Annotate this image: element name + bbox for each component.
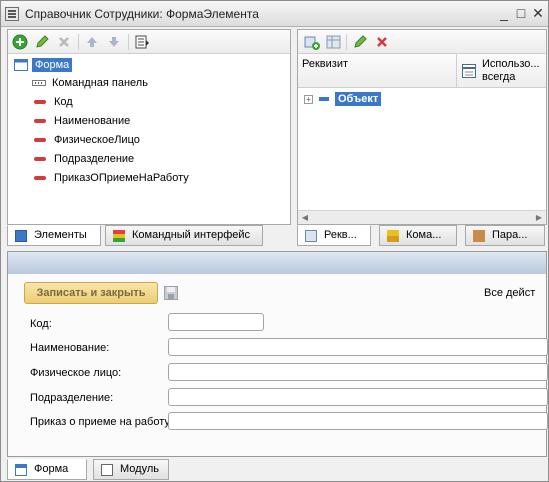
- attributes-scrollbar[interactable]: ◀ ▶: [298, 210, 546, 224]
- title-bar[interactable]: Справочник Сотрудники: ФормаЭлемента _ □…: [1, 1, 548, 27]
- attributes-pane: Реквизит Использо... всегда + Объект ◀ ▶: [297, 29, 547, 225]
- field-icon: [34, 119, 46, 124]
- tab-label: Пара...: [492, 229, 528, 241]
- tab-command-interface[interactable]: Командный интерфейс: [105, 225, 263, 246]
- tree-item-command-panel[interactable]: Командная панель: [32, 74, 148, 92]
- save-icon[interactable]: [164, 286, 178, 300]
- tab-label: Модуль: [120, 463, 159, 475]
- use-always-icon: [462, 64, 476, 78]
- attributes-tabs: Рекв... Кома... Пара...: [297, 225, 547, 247]
- tab-label: Командный интерфейс: [132, 229, 251, 241]
- field-icon: [34, 176, 46, 181]
- form-preview: Записать и закрыть Все дейст Код: Наимен…: [7, 251, 548, 457]
- attributes-tab-icon: [305, 230, 317, 242]
- form-properties-icon[interactable]: [134, 34, 150, 50]
- edit-pencil-icon[interactable]: [352, 34, 368, 50]
- tree-item-individual[interactable]: ФизическоеЛицо: [34, 131, 140, 149]
- parameters-tab-icon: [473, 230, 485, 242]
- form-editor-window: Справочник Сотрудники: ФормаЭлемента _ □…: [0, 0, 549, 482]
- individual-input[interactable]: [168, 363, 548, 381]
- module-tab-icon: [101, 464, 113, 476]
- form-window-icon: [5, 7, 19, 21]
- tab-commands[interactable]: Кома...: [379, 225, 457, 246]
- name-input[interactable]: [168, 338, 548, 356]
- column-use-always[interactable]: Использо... всегда: [482, 58, 540, 84]
- tab-parameters[interactable]: Пара...: [465, 225, 545, 246]
- tab-module[interactable]: Модуль: [93, 459, 169, 480]
- attributes-header: Реквизит Использо... всегда: [298, 54, 546, 88]
- edit-pencil-icon[interactable]: [34, 34, 50, 50]
- tree-item-name[interactable]: Наименование: [34, 112, 130, 130]
- all-actions-menu[interactable]: Все дейст: [484, 287, 535, 299]
- individual-label: Физическое лицо:: [30, 367, 122, 379]
- command-panel-icon: [32, 80, 46, 87]
- save-and-close-button[interactable]: Записать и закрыть: [24, 282, 158, 304]
- department-input[interactable]: [168, 388, 548, 406]
- object-icon: [319, 97, 329, 102]
- window-title: Справочник Сотрудники: ФормаЭлемента: [25, 7, 259, 21]
- preview-header: [8, 252, 546, 274]
- move-up-icon[interactable]: [84, 34, 100, 50]
- column-attribute[interactable]: Реквизит: [302, 58, 348, 70]
- tree-item-label: Подразделение: [54, 153, 135, 165]
- elements-toolbar: [8, 30, 290, 54]
- close-button[interactable]: ✕: [530, 6, 546, 22]
- scroll-left-icon[interactable]: ◀: [300, 213, 310, 223]
- expand-icon[interactable]: +: [304, 94, 313, 104]
- tree-item-label: Командная панель: [52, 77, 148, 89]
- field-icon: [34, 138, 46, 143]
- hiring-order-input[interactable]: [168, 412, 548, 430]
- code-label: Код:: [30, 318, 52, 330]
- add-icon[interactable]: [12, 34, 28, 50]
- delete-icon[interactable]: [374, 34, 390, 50]
- command-interface-icon: [113, 230, 125, 242]
- tree-item-label: ФизическоеЛицо: [54, 134, 140, 146]
- elements-tab-icon: [15, 230, 27, 242]
- attribute-tree-object[interactable]: + Объект: [304, 90, 382, 108]
- hiring-order-label: Приказ о приеме на работу:: [30, 416, 173, 428]
- maximize-button[interactable]: □: [513, 6, 529, 22]
- field-icon: [34, 157, 46, 162]
- bottom-tabs: Форма Модуль: [7, 459, 547, 481]
- tree-item-label: ПриказОПриемеНаРаботу: [54, 172, 189, 184]
- attribute-object-label: Объект: [335, 92, 382, 106]
- commands-tab-icon: [387, 230, 399, 242]
- attribute-table-icon[interactable]: [326, 34, 342, 50]
- form-tab-icon: [15, 464, 27, 476]
- tree-item-code[interactable]: Код: [34, 93, 73, 111]
- name-label: Наименование:: [30, 342, 110, 354]
- elements-pane: Форма Командная панель Код Наименование …: [7, 29, 291, 225]
- field-icon: [34, 100, 46, 105]
- tab-form[interactable]: Форма: [7, 459, 87, 480]
- tree-item-label: Код: [54, 96, 73, 108]
- add-attribute-icon[interactable]: [304, 34, 320, 50]
- code-input[interactable]: [168, 313, 264, 331]
- column-use-line1: Использо...: [482, 58, 540, 70]
- tree-root-label: Форма: [32, 58, 73, 72]
- tab-label: Форма: [34, 463, 69, 475]
- delete-icon[interactable]: [56, 34, 72, 50]
- tab-elements[interactable]: Элементы: [7, 225, 101, 246]
- minimize-button[interactable]: _: [496, 6, 512, 22]
- tree-item-label: Наименование: [54, 115, 131, 127]
- tree-item-department[interactable]: Подразделение: [34, 150, 134, 168]
- elements-tabs: Элементы Командный интерфейс: [7, 225, 291, 247]
- tab-label: Кома...: [406, 229, 442, 241]
- tree-item-hiring-order[interactable]: ПриказОПриемеНаРаботу: [34, 169, 189, 187]
- column-use-line2: всегда: [482, 71, 516, 83]
- form-icon: [14, 59, 28, 72]
- tab-attributes[interactable]: Рекв...: [297, 225, 371, 246]
- scroll-right-icon[interactable]: ▶: [534, 213, 544, 223]
- tab-label: Элементы: [34, 229, 87, 241]
- attributes-toolbar: [298, 30, 546, 54]
- tree-root-form[interactable]: Форма: [14, 56, 73, 74]
- department-label: Подразделение:: [30, 392, 114, 404]
- tab-label: Рекв...: [324, 229, 357, 241]
- move-down-icon[interactable]: [106, 34, 122, 50]
